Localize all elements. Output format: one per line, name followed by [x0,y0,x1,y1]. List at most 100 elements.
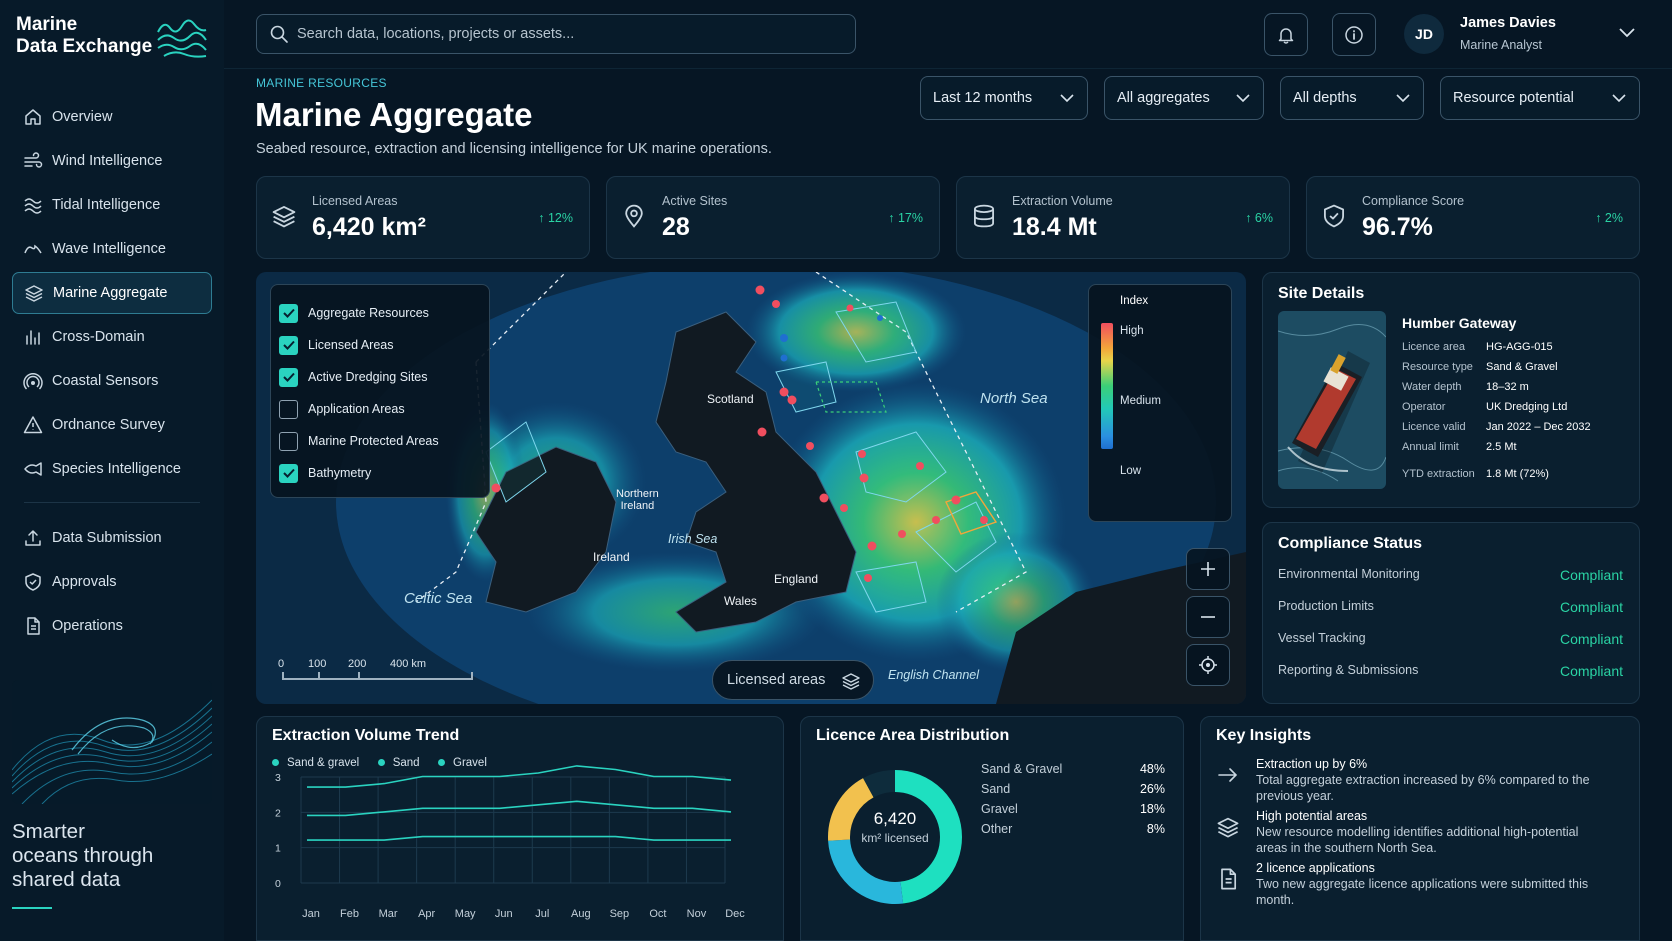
document-icon [27,617,40,635]
x-tick-label: Aug [571,908,591,920]
layer-aggregate-resources[interactable]: Aggregate Resources [279,297,489,329]
donut-center: 6,420 km² licensed [823,809,967,845]
shield-check-icon [1323,204,1345,228]
page-eyebrow: MARINE RESOURCES [256,76,387,90]
layer-marine-protected-areas[interactable]: Marine Protected Areas [279,425,489,457]
layer-active-dredging-sites[interactable]: Active Dredging Sites [279,361,489,393]
tagline: Smarter oceans through shared data [12,820,154,891]
info-button[interactable] [1332,13,1376,56]
bar-chart-icon [26,330,40,345]
sidebar-item-species[interactable]: Species Intelligence [12,448,212,490]
key-insights-card: Key Insights Extraction up by 6% Total a… [1200,716,1640,941]
sidebar-item-ordnance-survey[interactable]: Ordnance Survey [12,404,212,446]
layer-application-areas[interactable]: Application Areas [279,393,489,425]
info-icon [1345,25,1363,44]
sidebar-item-coastal-sensors[interactable]: Coastal Sensors [12,360,212,402]
site-details-panel: Site Details Humber Gateway Licence area… [1262,272,1640,508]
donut-center-value: 6,420 [873,809,917,828]
status-badge: Compliant [1559,599,1623,615]
search-input[interactable] [297,26,837,42]
sidebar-item-data-submission[interactable]: Data Submission [12,517,212,559]
sidebar-item-approvals[interactable]: Approvals [12,561,212,603]
global-search[interactable] [256,14,856,54]
checkbox-unchecked[interactable] [279,399,298,419]
layers-icon [842,673,860,690]
filter-map-layer[interactable]: Resource potential [1440,76,1640,120]
resource-map[interactable]: Aggregate Resources Licensed Areas Activ… [256,272,1246,704]
page-title: Marine Aggregate [255,96,533,133]
site-vessel-image[interactable] [1278,311,1386,489]
detail-row: YTD extraction 1.8 Mt (72%) [1402,468,1549,480]
checkbox-unchecked[interactable] [279,431,298,451]
checkbox-checked[interactable] [279,463,298,483]
wave-icon [24,244,42,254]
sidebar-item-wave[interactable]: Wave Intelligence [12,228,212,270]
tagline-accent-bar [12,907,52,909]
layer-bathymetry[interactable]: Bathymetry [279,457,489,489]
sidebar-item-wind[interactable]: Wind Intelligence [12,140,212,182]
checkbox-checked[interactable] [279,303,298,323]
kpi-extraction-volume: Extraction Volume 18.4 Mt ↑ 6% [956,176,1290,259]
upload-icon [25,530,41,546]
check-icon [282,372,295,382]
user-role: Marine Analyst [1460,38,1542,52]
x-tick-label: Jun [495,908,513,920]
wave-logo-icon [157,19,207,58]
ocean-artwork [12,680,212,804]
sidebar-item-operations[interactable]: Operations [12,605,212,647]
distribution-row: Sand & Gravel 48% [981,762,1165,776]
database-icon [973,204,995,228]
series-line [307,800,732,817]
bell-icon [1278,27,1294,44]
arrow-right-icon [1218,768,1238,782]
filter-aggregate-type[interactable]: All aggregates [1104,76,1264,120]
extraction-trend-card: Extraction Volume Trend Sand & gravel Sa… [256,716,784,941]
notifications-button[interactable] [1264,13,1308,56]
licence-distribution-card: Licence Area Distribution 6,420 km² lice… [800,716,1184,941]
sidebar-item-cross-domain[interactable]: Cross-Domain [12,316,212,358]
checkbox-checked[interactable] [279,367,298,387]
filter-time-range[interactable]: Last 12 months [920,76,1088,120]
zoom-in-button[interactable] [1186,548,1230,590]
detail-row: Resource type Sand & Gravel [1402,361,1558,373]
status-badge: Compliant [1559,663,1623,679]
x-tick-label: Apr [418,908,435,920]
legend-color-scale [1101,323,1113,449]
donut-center-unit: km² licensed [861,831,929,845]
filter-depth[interactable]: All depths [1280,76,1424,120]
detail-row: Licence area HG-AGG-015 [1402,341,1553,353]
checkbox-checked[interactable] [279,335,298,355]
user-name: James Davies [1460,15,1556,31]
user-avatar[interactable]: JD [1404,14,1444,54]
home-icon [25,109,41,125]
sidebar-item-label: Overview [52,109,113,125]
compliance-row: Production Limits Compliant [1278,599,1623,615]
app-logo[interactable]: Marine Data Exchange [16,14,211,62]
compliance-panel: Compliance Status Environmental Monitori… [1262,522,1640,704]
chevron-down-icon [1396,94,1410,103]
search-icon [270,25,288,43]
fish-icon [24,462,42,476]
status-badge: Compliant [1559,631,1623,647]
locate-button[interactable] [1186,644,1230,686]
trend-chart[interactable]: Jan Feb Mar Apr May Jun Jul Aug Sep Oct Nov Dec 3 2 1 0 [257,765,785,941]
sidebar-item-overview[interactable]: Overview [12,96,212,138]
site-name: Humber Gateway [1402,315,1517,331]
detail-row: Annual limit 2.5 Mt [1402,441,1517,453]
layer-licensed-areas[interactable]: Licensed Areas [279,329,489,361]
active-layer-pill[interactable]: Licensed areas [712,660,874,700]
document-icon [1221,868,1237,890]
check-icon [282,468,295,478]
chevron-down-icon[interactable] [1618,26,1636,38]
tide-icon [24,198,42,214]
zoom-out-button[interactable] [1186,596,1230,638]
kpi-compliance-score: Compliance Score 96.7% ↑ 2% [1306,176,1640,259]
kpi-delta: ↑ 6% [1245,211,1273,225]
x-tick-label: Dec [725,908,745,920]
map-label-scotland: Scotland [707,392,754,406]
shield-check-icon [25,573,41,591]
x-tick-label: Nov [687,908,707,920]
sidebar-item-tidal[interactable]: Tidal Intelligence [12,184,212,226]
sidebar-item-marine-aggregate[interactable]: Marine Aggregate [12,272,212,314]
crosshair-icon [1199,656,1217,674]
